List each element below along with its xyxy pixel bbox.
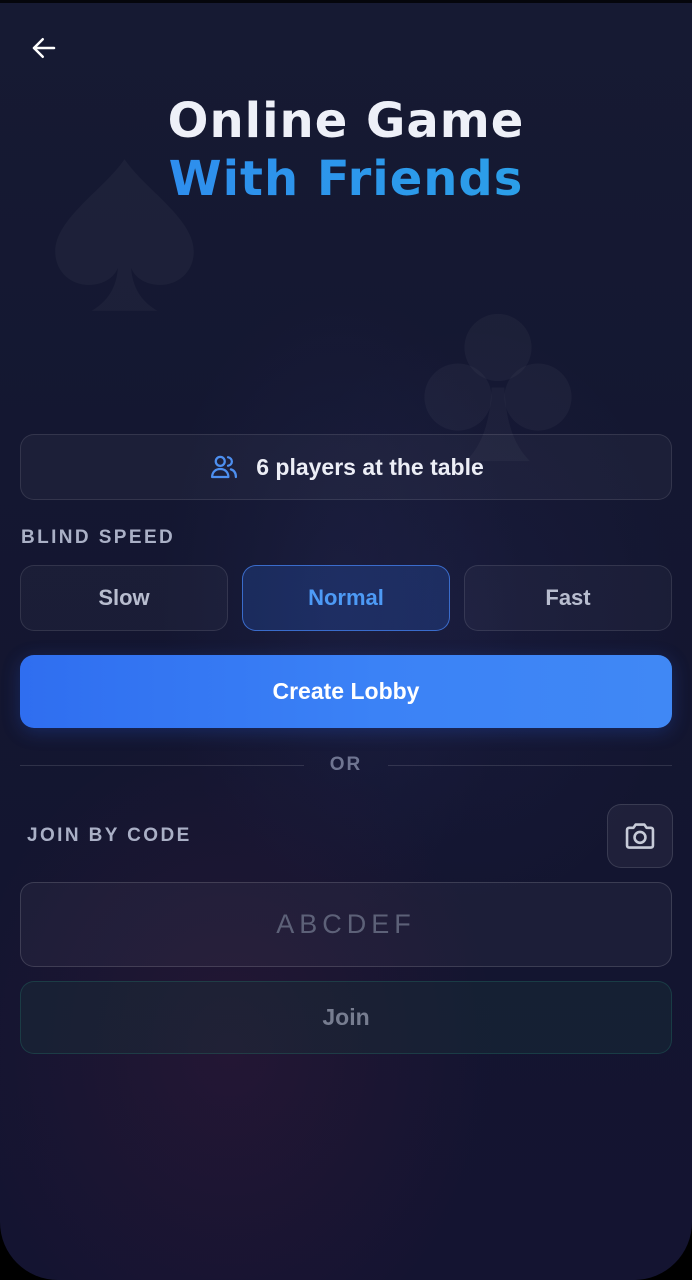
players-count-selector[interactable]: 6 players at the table [20, 434, 672, 500]
app-screen: Online Game With Friends 6 players at th… [0, 0, 692, 1280]
players-count-text: 6 players at the table [256, 453, 484, 480]
top-edge [0, 0, 692, 3]
speed-option-normal[interactable]: Normal [242, 565, 450, 631]
camera-icon [625, 823, 655, 849]
arrow-left-icon [32, 38, 56, 58]
join-button[interactable]: Join [20, 981, 672, 1054]
page-title: Online Game With Friends [0, 92, 692, 208]
users-icon [211, 455, 238, 479]
title-line-1: Online Game [167, 93, 525, 149]
divider-line-right [388, 765, 672, 766]
blind-speed-options: Slow Normal Fast [20, 565, 672, 631]
speed-option-slow[interactable]: Slow [20, 565, 228, 631]
or-divider: OR [20, 752, 672, 780]
back-button[interactable] [22, 28, 66, 68]
blind-speed-label: BLIND SPEED [21, 527, 176, 548]
join-code-input[interactable] [20, 882, 672, 967]
scan-code-button[interactable] [607, 804, 673, 868]
create-lobby-button[interactable]: Create Lobby [20, 655, 672, 728]
speed-option-fast[interactable]: Fast [464, 565, 672, 631]
title-line-2: With Friends [0, 150, 692, 208]
join-by-code-label: JOIN BY CODE [27, 825, 192, 846]
